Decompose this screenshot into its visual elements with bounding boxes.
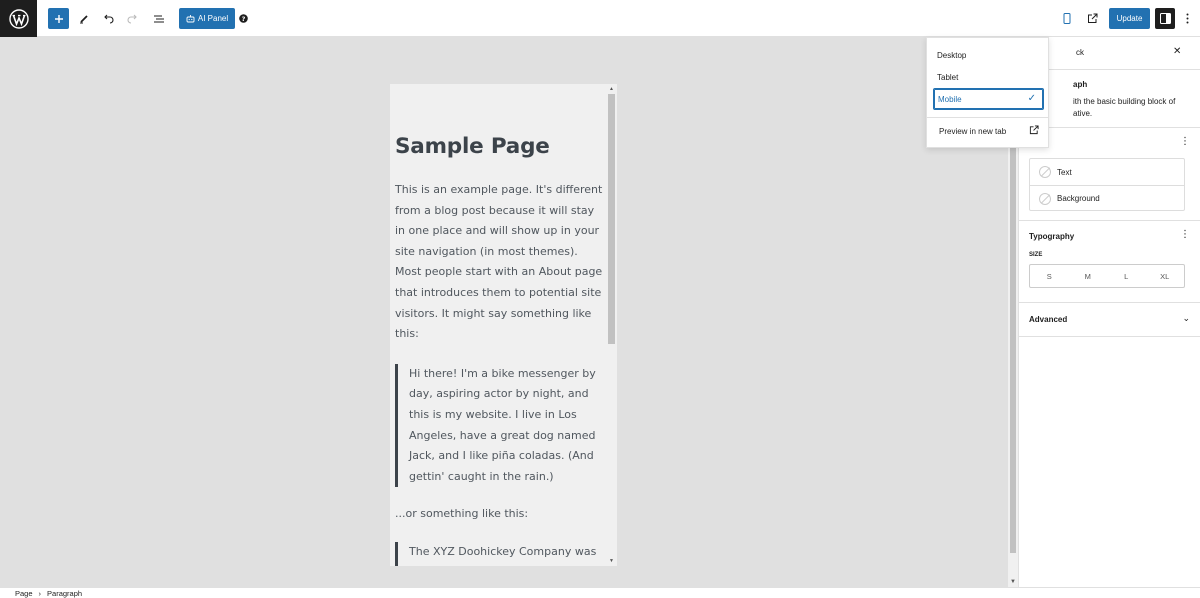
tab-block[interactable]: ck [1076, 48, 1084, 57]
scroll-up-arrow-icon[interactable]: ▲ [609, 86, 614, 92]
text-color-option[interactable]: Text [1030, 159, 1184, 185]
size-label: SIZE [1029, 252, 1043, 258]
quote-block[interactable]: The XYZ Doohickey Company was founded in… [395, 541, 603, 566]
background-color-option[interactable]: Background [1030, 185, 1184, 211]
svg-text:?: ? [241, 15, 245, 23]
settings-sidebar-toggle[interactable] [1155, 8, 1175, 29]
mobile-preview-frame: Sample Page This is an example page. It'… [390, 84, 617, 566]
undo-icon [104, 14, 114, 24]
menu-divider [927, 117, 1048, 118]
scroll-down-arrow-icon[interactable]: ▼ [1010, 579, 1016, 585]
external-link-icon [1029, 125, 1039, 135]
breadcrumb: Page › Paragraph [0, 587, 1200, 598]
size-option-xl[interactable]: XL [1146, 265, 1185, 287]
view-post-button[interactable] [1084, 8, 1100, 29]
typography-title: Typography [1029, 232, 1075, 241]
menu-item-preview-new-tab[interactable]: Preview in new tab [935, 121, 1043, 141]
frame-scrollbar[interactable]: ▲ ▼ [606, 84, 617, 566]
size-option-l[interactable]: L [1107, 265, 1146, 287]
block-description: ith the basic building block of ative. [1073, 97, 1176, 118]
help-icon: ? [238, 14, 248, 23]
ai-panel-button[interactable]: AI Panel [179, 8, 235, 29]
preview-label: Preview in new tab [939, 126, 1007, 136]
text-color-label: Text [1057, 167, 1072, 177]
plus-icon [54, 14, 63, 23]
checkmark-icon: ✓ [1027, 93, 1036, 104]
color-swatch-icon [1039, 192, 1051, 205]
background-color-label: Background [1057, 194, 1100, 203]
ai-panel-label: AI Panel [197, 14, 229, 23]
update-button[interactable]: Update [1109, 8, 1150, 29]
menu-item-tablet[interactable]: Tablet [933, 67, 1044, 87]
breadcrumb-page[interactable]: Page [15, 589, 33, 598]
size-option-s[interactable]: S [1030, 265, 1069, 287]
paragraph-block[interactable]: ...or something like this: [395, 504, 603, 525]
menu-item-desktop[interactable]: Desktop [933, 45, 1044, 65]
more-vertical-icon[interactable]: ⋮ [1180, 229, 1190, 240]
pencil-icon [80, 14, 88, 23]
advanced-title: Advanced [1029, 315, 1068, 324]
advanced-panel-toggle[interactable]: Advanced ⌄ [1019, 303, 1200, 337]
list-view-icon [154, 14, 164, 23]
help-button[interactable]: ? [238, 8, 248, 29]
quote-block[interactable]: Hi there! I'm a bike messenger by day, a… [395, 363, 603, 488]
chevron-down-icon: ⌄ [1182, 313, 1190, 323]
typography-panel: Typography ⋮ SIZE S M L XL [1019, 221, 1200, 303]
editor-toolbar: AI Panel ? Update [0, 0, 1200, 37]
wordpress-logo-icon[interactable] [0, 0, 37, 37]
color-options: Text Background [1029, 158, 1185, 211]
scroll-down-arrow-icon[interactable]: ▼ [609, 558, 614, 564]
more-vertical-icon [1186, 13, 1188, 24]
block-name: aph [1073, 80, 1088, 89]
breadcrumb-separator-icon: › [38, 588, 42, 598]
close-icon[interactable]: ✕ [1173, 46, 1181, 57]
device-preview-menu: Desktop Tablet Mobile ✓ Preview in new t… [926, 37, 1049, 148]
post-content: Sample Page This is an example page. It'… [395, 130, 603, 566]
external-link-icon [1087, 13, 1097, 23]
paragraph-block[interactable]: This is an example page. It's different … [395, 180, 603, 345]
sidebar-icon [1159, 13, 1171, 24]
page-title[interactable]: Sample Page [395, 130, 603, 164]
frame-scrollbar-thumb[interactable] [608, 94, 615, 344]
redo-button[interactable] [125, 8, 141, 29]
more-vertical-icon[interactable]: ⋮ [1180, 136, 1190, 147]
add-block-button[interactable] [48, 8, 69, 29]
font-size-picker: S M L XL [1029, 264, 1185, 288]
color-swatch-icon [1039, 166, 1051, 178]
menu-item-mobile[interactable]: Mobile ✓ [933, 88, 1044, 110]
menu-item-mobile-label: Mobile [938, 94, 962, 104]
options-button[interactable] [1181, 8, 1193, 29]
breadcrumb-paragraph[interactable]: Paragraph [47, 589, 82, 598]
size-option-m[interactable]: M [1069, 265, 1108, 287]
tools-button[interactable] [76, 8, 92, 29]
document-overview-button[interactable] [151, 8, 167, 29]
mobile-icon [1063, 13, 1071, 24]
robot-icon [186, 14, 195, 22]
device-preview-button[interactable] [1060, 8, 1074, 29]
undo-button[interactable] [100, 8, 116, 29]
redo-icon [127, 14, 137, 24]
